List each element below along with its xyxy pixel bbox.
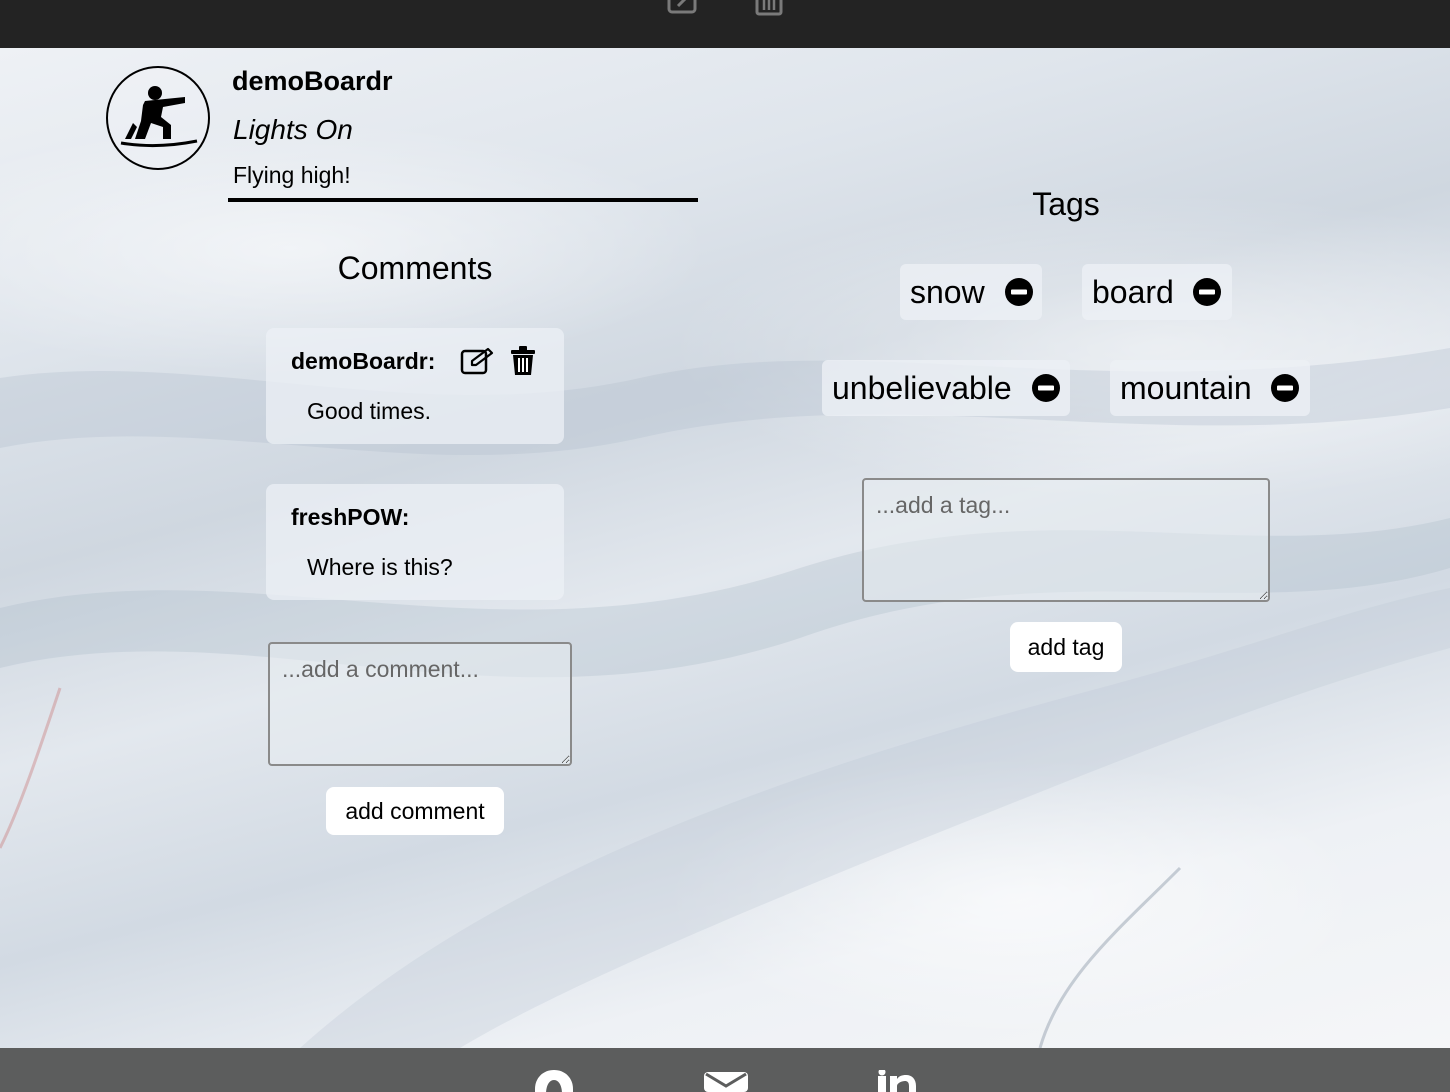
minus-circle-icon (1005, 278, 1033, 306)
comment-card: demoBoardr: Good times. (266, 328, 564, 444)
comment-card: freshPOW: Where is this? (266, 484, 564, 600)
top-bar (0, 0, 1450, 48)
comment-author: demoBoardr: (291, 348, 436, 374)
tag-chip: board (1082, 264, 1232, 320)
linkedin-icon[interactable] (878, 1068, 918, 1092)
remove-tag-button[interactable] (1031, 373, 1061, 403)
post-username[interactable]: demoBoardr (232, 66, 393, 97)
remove-tag-button[interactable] (1004, 277, 1034, 307)
edit-icon[interactable] (666, 0, 700, 16)
comment-body: Good times. (307, 398, 431, 424)
edit-icon (460, 347, 494, 375)
comment-input[interactable] (268, 642, 572, 766)
tags-heading: Tags (1032, 186, 1100, 222)
remove-tag-button[interactable] (1270, 373, 1300, 403)
tag-input[interactable] (862, 478, 1270, 602)
delete-comment-button[interactable] (506, 346, 540, 376)
minus-circle-icon (1032, 374, 1060, 402)
add-tag-button[interactable]: add tag (1010, 622, 1122, 672)
tag-chip: snow (900, 264, 1042, 320)
comments-heading: Comments (337, 250, 493, 286)
tag-label: board (1092, 273, 1174, 310)
add-comment-button[interactable]: add comment (326, 787, 504, 835)
tag-chip: mountain (1110, 360, 1310, 416)
github-icon[interactable] (534, 1070, 574, 1092)
edit-comment-button[interactable] (460, 346, 494, 376)
trash-icon[interactable] (752, 0, 786, 16)
tag-chip: unbelievable (822, 360, 1070, 416)
tag-label: mountain (1120, 369, 1252, 406)
minus-circle-icon (1193, 278, 1221, 306)
footer (0, 1048, 1450, 1092)
comment-tools (460, 346, 540, 376)
minus-circle-icon (1271, 374, 1299, 402)
tag-label: unbelievable (832, 369, 1012, 406)
snowboarder-icon (120, 86, 198, 148)
divider (228, 198, 698, 202)
comment-body: Where is this? (307, 554, 453, 580)
envelope-icon[interactable] (704, 1070, 748, 1092)
trash-icon (511, 346, 535, 375)
comment-author: freshPOW: (291, 504, 410, 530)
post-title: Lights On (233, 114, 353, 145)
post-caption: Flying high! (233, 162, 351, 188)
tag-label: snow (910, 273, 985, 310)
remove-tag-button[interactable] (1192, 277, 1222, 307)
avatar[interactable] (106, 66, 210, 170)
